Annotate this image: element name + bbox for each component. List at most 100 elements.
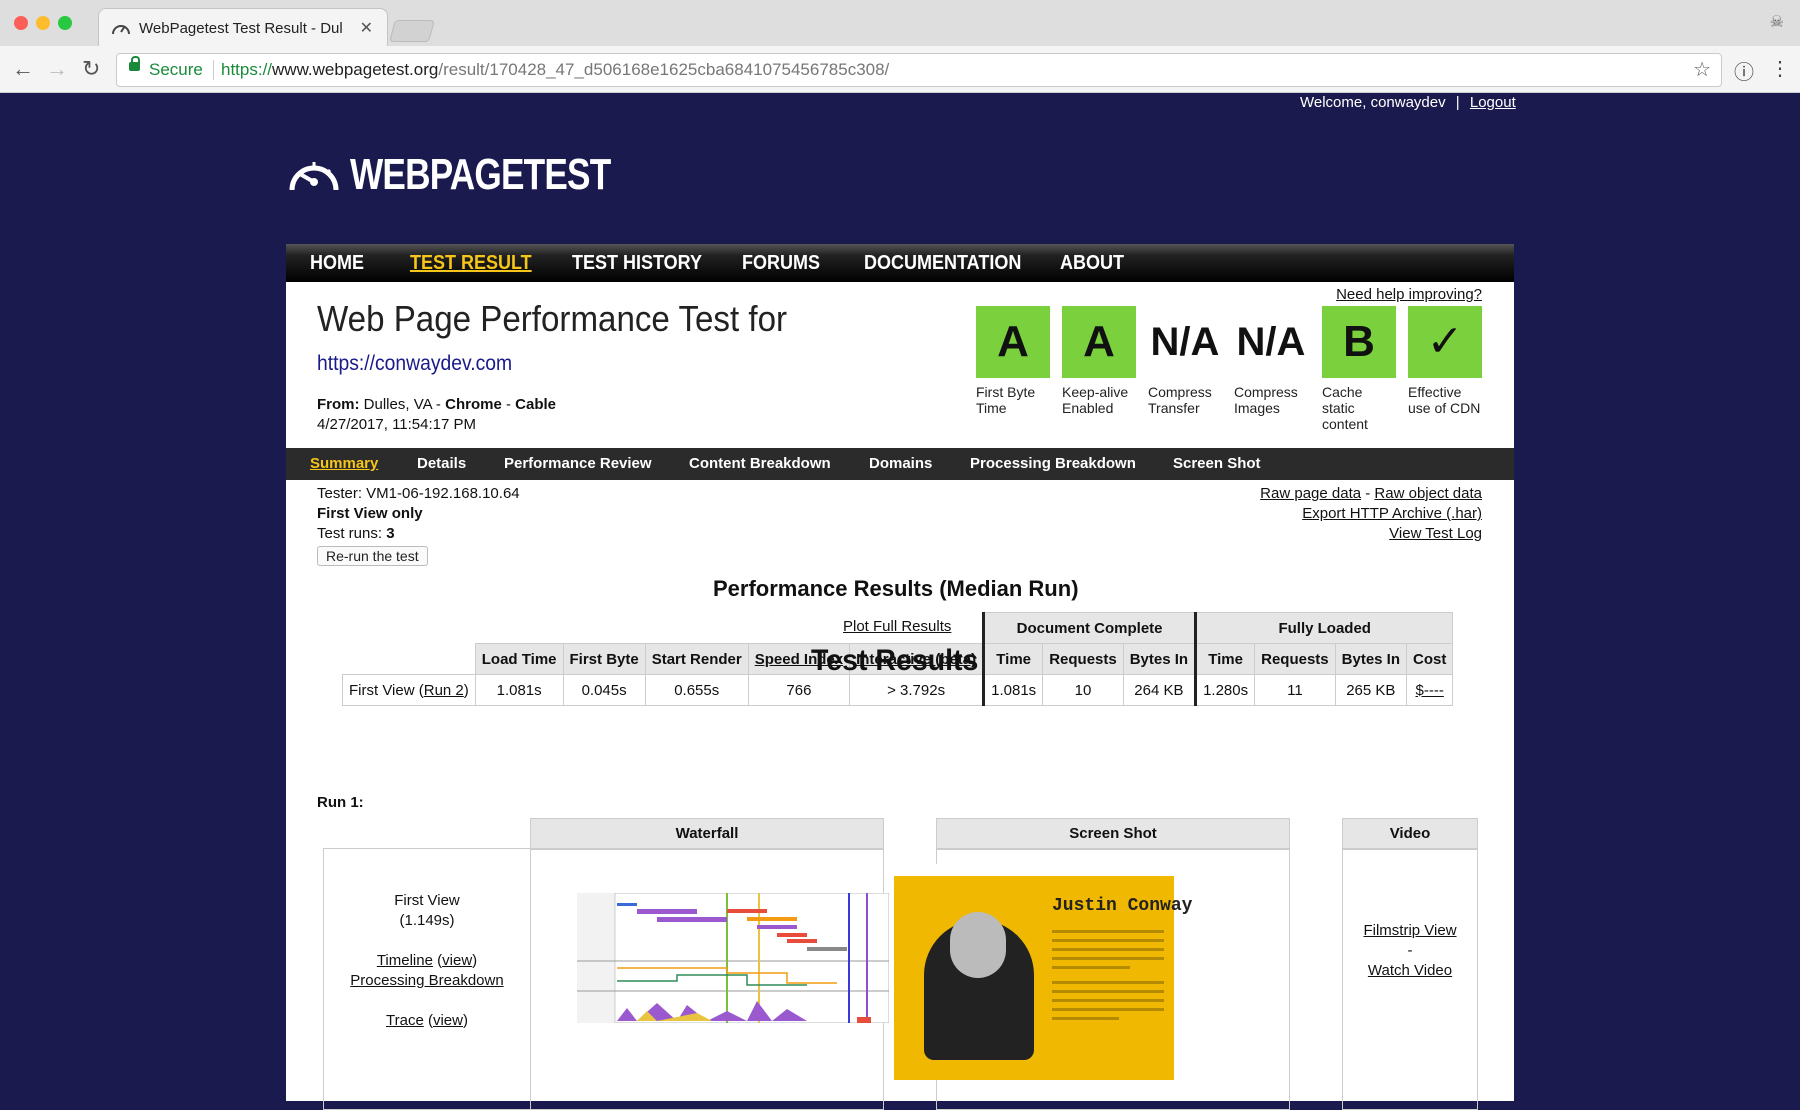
tab-domains[interactable]: Domains — [869, 455, 932, 472]
menu-test-history[interactable]: TEST HISTORY — [572, 252, 702, 275]
grade-keep-alive[interactable]: A Keep-alive Enabled — [1062, 306, 1136, 416]
grade-cache-static[interactable]: B Cache static content — [1322, 306, 1396, 432]
test-results-heading: Test Results — [811, 644, 979, 677]
timeline-link[interactable]: Timeline — [377, 952, 433, 969]
test-runs: Test runs: 3 — [317, 525, 395, 542]
export-har-link[interactable]: Export HTTP Archive (.har) — [1302, 505, 1482, 522]
tab-screen-shot[interactable]: Screen Shot — [1173, 455, 1261, 472]
logout-link[interactable]: Logout — [1470, 94, 1516, 111]
filmstrip-view-link[interactable]: Filmstrip View — [1363, 922, 1456, 939]
cell-load-time: 1.081s — [474, 674, 564, 706]
cell-doc-time: 1.081s — [982, 674, 1044, 706]
maximize-window-button[interactable] — [58, 16, 72, 30]
timeline-view-link[interactable]: view — [442, 952, 472, 969]
tab-title: WebPagetest Test Result - Dul — [139, 20, 343, 37]
cell-doc-requests: 10 — [1042, 674, 1124, 706]
waterfall-thumbnail[interactable] — [577, 893, 889, 1023]
extension-info-icon[interactable]: ⓘ — [1734, 56, 1754, 85]
watch-video-link[interactable]: Watch Video — [1368, 962, 1452, 979]
menu-test-result[interactable]: TEST RESULT — [410, 252, 532, 275]
col-cost: Cost — [1406, 643, 1454, 675]
profile-icon[interactable]: ☠ — [1770, 12, 1784, 32]
grade-value: A — [1062, 306, 1136, 378]
tab-content-breakdown[interactable]: Content Breakdown — [689, 455, 831, 472]
screenshot-name: Justin Conway — [1052, 896, 1193, 916]
col-start-render: Start Render — [644, 643, 749, 675]
plot-full-results[interactable]: Plot Full Results — [843, 618, 951, 635]
raw-page-data-link[interactable]: Raw page data — [1260, 485, 1361, 502]
menu-forums[interactable]: FORUMS — [742, 252, 820, 275]
col-full-requests: Requests — [1254, 643, 1336, 675]
cell-interactive: > 3.792s — [849, 674, 985, 706]
gauge-icon — [112, 25, 130, 35]
close-window-button[interactable] — [14, 16, 28, 30]
webpagetest-logo[interactable]: WEBPAGETEST — [286, 150, 611, 200]
cell-doc-bytes: 264 KB — [1122, 674, 1197, 706]
trace-link[interactable]: Trace — [386, 1012, 424, 1029]
logo-text: WEBPAGETEST — [350, 150, 611, 199]
grade-value: N/A — [1236, 320, 1306, 364]
tested-url-link[interactable]: https://conwaydev.com — [317, 352, 512, 376]
view-test-log-link[interactable]: View Test Log — [1389, 525, 1482, 542]
grade-label: Cache static content — [1322, 384, 1368, 432]
new-tab-button[interactable] — [389, 20, 435, 42]
waterfall-cell — [530, 848, 889, 1110]
row-label: First View (Run 2) — [342, 674, 476, 706]
cell-start-render: 0.655s — [644, 674, 749, 706]
browser-tab[interactable]: WebPagetest Test Result - Dul ✕ — [98, 8, 388, 47]
page-screenshot[interactable]: Justin Conway — [894, 864, 1192, 1080]
screenshot-text-lines — [1052, 930, 1164, 1026]
main-panel: Need help improving? Web Page Performanc… — [286, 282, 1514, 1110]
menu-dots-icon[interactable]: ⋮ — [1770, 56, 1790, 81]
cell-cost[interactable]: $---- — [1406, 674, 1454, 706]
run-2-link[interactable]: Run 2 — [424, 682, 464, 699]
cost-link[interactable]: $---- — [1416, 682, 1444, 699]
help-improving-link[interactable]: Need help improving? — [1336, 286, 1482, 303]
welcome-text: Welcome, conwaydev — [1300, 94, 1446, 111]
cell-full-requests: 11 — [1254, 674, 1336, 706]
back-arrow-icon[interactable]: ← — [12, 56, 34, 82]
reload-icon[interactable]: ↻ — [82, 56, 100, 82]
grade-label: Compress Transfer — [1148, 384, 1212, 416]
welcome-separator: | — [1455, 94, 1460, 111]
tab-summary[interactable]: Summary — [310, 455, 378, 472]
test-date: 4/27/2017, 11:54:17 PM — [317, 416, 477, 433]
raw-object-data-link[interactable]: Raw object data — [1374, 485, 1482, 502]
table-row: First View (Run 2) 1.081s 0.045s 0.655s … — [342, 674, 1454, 706]
cell-full-bytes: 265 KB — [1334, 674, 1408, 706]
group-document-complete: Document Complete — [982, 612, 1197, 644]
browser-tabstrip: WebPagetest Test Result - Dul ✕ ☠ — [0, 0, 1800, 47]
grade-label: First Byte Time — [976, 384, 1036, 416]
grade-first-byte[interactable]: A First Byte Time — [976, 306, 1050, 416]
bookmark-star-icon[interactable]: ☆ — [1693, 57, 1711, 82]
speedometer-icon — [289, 162, 339, 191]
rerun-test-button[interactable]: Re-run the test — [317, 546, 428, 566]
divider — [213, 60, 214, 80]
group-fully-loaded: Fully Loaded — [1194, 612, 1454, 644]
trace-view-link[interactable]: view — [433, 1012, 463, 1029]
tab-processing-breakdown[interactable]: Processing Breakdown — [970, 455, 1136, 472]
lock-icon — [129, 56, 140, 71]
grade-label: Keep-alive Enabled — [1062, 384, 1129, 416]
cell-first-byte: 0.045s — [562, 674, 646, 706]
close-tab-icon[interactable]: ✕ — [360, 18, 373, 38]
minimize-window-button[interactable] — [36, 16, 50, 30]
main-menu: HOME TEST RESULT TEST HISTORY FORUMS DOC… — [286, 244, 1514, 282]
grade-cdn[interactable]: ✓ Effective use of CDN — [1408, 306, 1482, 416]
grade-compress-images[interactable]: N/A Compress Images — [1234, 306, 1308, 416]
url-text: https://www.webpagetest.org/result/17042… — [221, 60, 890, 79]
address-bar[interactable]: Secure https://www.webpagetest.org/resul… — [116, 53, 1722, 87]
checkmark-icon: ✓ — [1408, 306, 1482, 378]
first-view-only: First View only — [317, 505, 423, 522]
processing-breakdown-link[interactable]: Processing Breakdown — [350, 972, 503, 989]
menu-home[interactable]: HOME — [310, 252, 364, 275]
grade-label: Compress Images — [1234, 384, 1298, 416]
tab-performance-review[interactable]: Performance Review — [504, 455, 652, 472]
menu-about[interactable]: ABOUT — [1060, 252, 1124, 275]
tab-details[interactable]: Details — [417, 455, 466, 472]
grade-compress-transfer[interactable]: N/A Compress Transfer — [1148, 306, 1222, 416]
welcome-bar: Welcome, conwaydev | Logout — [1300, 94, 1516, 111]
forward-arrow-icon[interactable]: → — [46, 56, 68, 82]
test-location: From: Dulles, VA - Chrome - Cable — [317, 396, 556, 413]
menu-documentation[interactable]: DOCUMENTATION — [864, 252, 1021, 275]
